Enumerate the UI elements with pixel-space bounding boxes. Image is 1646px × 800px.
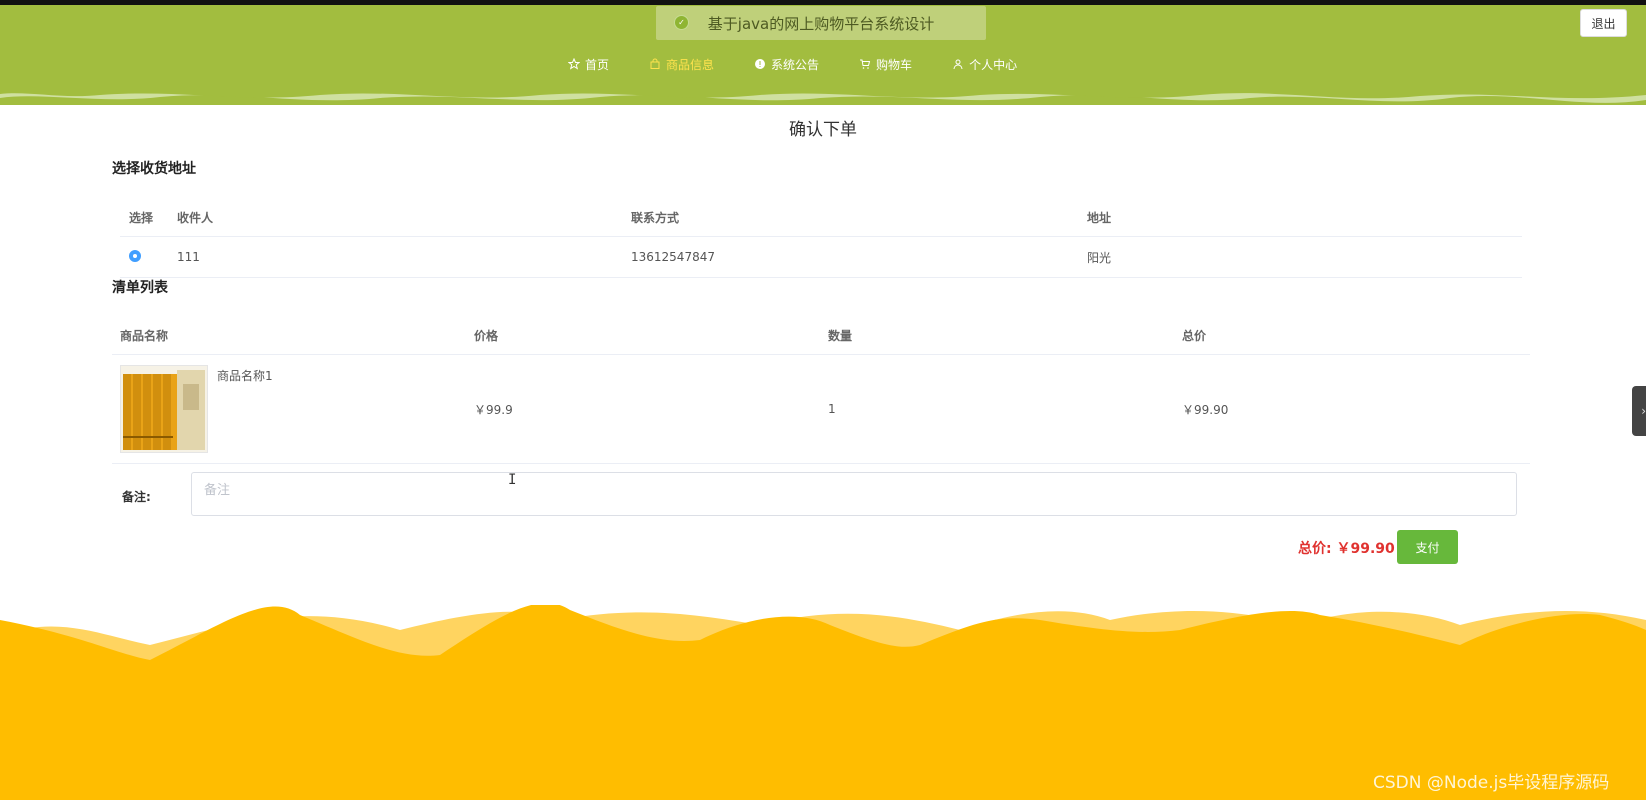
table-row: 商品名称1 ￥99.9 1 ￥99.90 <box>112 354 1530 464</box>
product-cell: 商品名称1 <box>112 354 466 464</box>
site-title-text: 基于java的网上购物平台系统设计 <box>707 14 935 33</box>
address-select-cell <box>120 236 168 278</box>
nav-home[interactable]: 首页 <box>568 53 609 75</box>
header-wave-decoration <box>0 88 1646 103</box>
remark-label: 备注: <box>122 490 151 504</box>
user-icon <box>953 59 963 70</box>
col-recipient: 收件人 <box>168 198 622 237</box>
chevron-right-icon: › <box>1641 404 1646 418</box>
remark-input[interactable] <box>191 472 1517 516</box>
goods-table-header: 商品名称 价格 数量 总价 <box>112 316 1530 355</box>
check-circle-icon: ✓ <box>674 15 689 30</box>
address-cell: 阳光 <box>1078 236 1522 278</box>
nav-goods-label: 商品信息 <box>666 57 715 72</box>
address-section-title: 选择收货地址 <box>112 161 196 177</box>
goods-section-title: 清单列表 <box>112 280 168 296</box>
nav-cart-label: 购物车 <box>876 57 913 72</box>
table-row[interactable]: 111 13612547847 阳光 <box>120 236 1522 278</box>
site-title-banner: ✓ 基于java的网上购物平台系统设计 <box>656 6 986 40</box>
nav-notice-label: 系统公告 <box>771 57 820 72</box>
col-total: 总价 <box>1174 316 1530 355</box>
address-table-header: 选择 收件人 联系方式 地址 <box>120 198 1522 237</box>
page-title: 确认下单 <box>789 120 857 140</box>
col-product-name: 商品名称 <box>112 316 466 355</box>
col-address: 地址 <box>1078 198 1522 237</box>
star-icon <box>568 58 580 70</box>
goods-table: 商品名称 价格 数量 总价 商品名称1 ￥99.9 1 ￥99.90 <box>112 316 1530 464</box>
bag-icon <box>650 58 660 69</box>
watermark-text: CSDN @Node.js毕设程序源码 <box>1373 773 1610 793</box>
phone-cell: 13612547847 <box>622 236 1078 278</box>
col-select: 选择 <box>120 198 168 237</box>
nav-cart[interactable]: 购物车 <box>859 53 912 75</box>
line-total-cell: ￥99.90 <box>1174 354 1530 464</box>
address-table: 选择 收件人 联系方式 地址 111 13612547847 阳光 <box>120 198 1522 278</box>
nav-notice[interactable]: 系统公告 <box>754 53 819 75</box>
cart-icon <box>860 59 871 69</box>
order-total: 总价: ￥99.90 <box>1298 538 1395 558</box>
col-phone: 联系方式 <box>622 198 1078 237</box>
quantity-cell: 1 <box>820 354 1174 464</box>
nav-profile[interactable]: 个人中心 <box>952 53 1017 75</box>
col-price: 价格 <box>466 316 820 355</box>
product-name: 商品名称1 <box>217 369 273 383</box>
order-total-label: 总价: <box>1298 541 1337 557</box>
main-nav: 首页 商品信息 系统公告 购物车 个人中心 <box>568 53 1057 75</box>
nav-home-label: 首页 <box>585 57 610 72</box>
recipient-cell: 111 <box>168 236 622 278</box>
logout-button[interactable]: 退出 <box>1580 9 1627 37</box>
nav-profile-label: 个人中心 <box>969 57 1018 72</box>
product-image[interactable] <box>120 365 208 453</box>
price-cell: ￥99.9 <box>466 354 820 464</box>
side-panel-handle[interactable]: › <box>1632 386 1646 436</box>
nav-goods[interactable]: 商品信息 <box>649 53 714 75</box>
info-icon <box>755 59 766 69</box>
pay-button[interactable]: 支付 <box>1397 530 1458 564</box>
text-cursor-icon: I <box>508 472 517 488</box>
col-quantity: 数量 <box>820 316 1174 355</box>
order-total-value: ￥99.90 <box>1336 541 1395 557</box>
address-radio[interactable] <box>129 249 141 262</box>
